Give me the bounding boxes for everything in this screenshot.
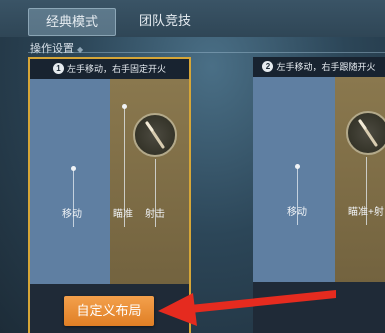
aim-fire-label: 瞄准+射: [348, 207, 384, 218]
aim-fire-zone: 瞄准 射击: [110, 79, 189, 284]
move-label: 移动: [287, 207, 307, 218]
aim-fire-zone: 瞄准+射: [335, 77, 385, 282]
layout-option-card-2[interactable]: 2 左手移动，右手跟随开火 移动 瞄准+射: [253, 57, 385, 333]
tab-team-battle[interactable]: 团队竞技: [130, 8, 200, 34]
section-title: 操作设置 ◆: [30, 40, 83, 56]
move-zone: 移动: [253, 77, 335, 282]
fire-label: 射击: [145, 209, 165, 220]
card-1-header: 1 左手移动，右手固定开火: [30, 59, 189, 79]
card-2-footer: [253, 282, 385, 333]
option-number-badge: 2: [262, 61, 274, 72]
fire-button-preview: [133, 113, 177, 157]
option-number-badge: 1: [52, 63, 64, 74]
card-1-title: 左手移动，右手固定开火: [66, 64, 166, 74]
bullet-icon: [145, 121, 165, 149]
custom-layout-button[interactable]: 自定义布局: [64, 296, 154, 326]
card-2-title: 左手移动，右手跟随开火: [276, 62, 376, 72]
move-zone-dot: [295, 164, 300, 169]
aim-label: 瞄准: [113, 209, 133, 220]
move-zone: 移动: [30, 79, 110, 284]
mode-tab-bar: 经典模式 团队竞技: [0, 0, 385, 37]
move-label: 移动: [62, 209, 82, 220]
bullet-icon: [358, 119, 378, 147]
section-title-text: 操作设置: [30, 43, 74, 55]
move-zone-dot: [71, 166, 76, 171]
layout-option-card-1[interactable]: 1 左手移动，右手固定开火 移动 瞄准 射击: [28, 57, 191, 333]
aim-zone-dot: [122, 104, 127, 109]
card-2-header: 2 左手移动，右手跟随开火: [253, 57, 385, 77]
section-divider: [28, 52, 385, 53]
tab-classic-mode[interactable]: 经典模式: [28, 8, 116, 36]
fire-button-preview: [346, 111, 385, 155]
